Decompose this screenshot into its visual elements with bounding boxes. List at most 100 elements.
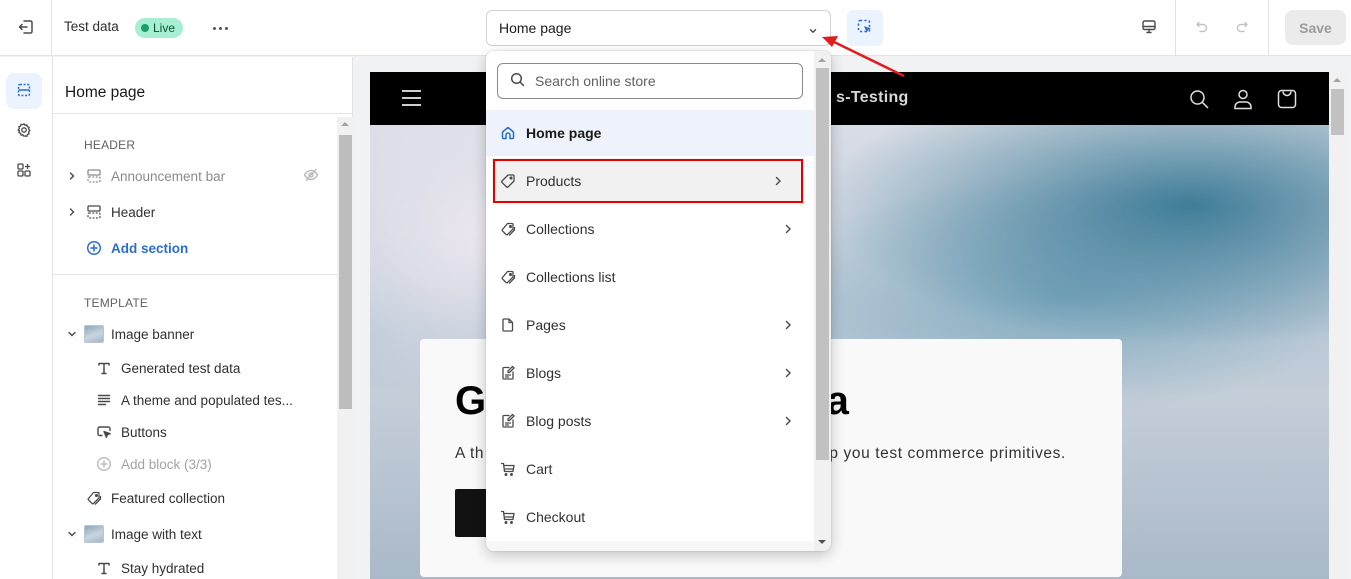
cart-bag-icon[interactable] (1274, 86, 1300, 112)
dropdown-scrollbar[interactable] (814, 51, 831, 551)
plus-circle-icon (93, 454, 115, 474)
menu-item-collections[interactable]: Collections (486, 206, 814, 252)
section-image-banner[interactable]: Image banner (65, 319, 327, 349)
menu-item-label: Collections (526, 221, 595, 237)
chevron-right-icon[interactable] (65, 171, 79, 181)
store-search-field[interactable] (497, 63, 803, 99)
top-bar: Test data Live Home page Save (0, 0, 1351, 56)
hero-subtitle-end: elp you test commerce primitives. (816, 445, 1066, 462)
redo-button[interactable] (1230, 16, 1254, 40)
hero-subtitle-start: A th (455, 445, 485, 462)
apps-icon (16, 162, 32, 181)
sections-sidebar: Home page HEADER Announcement bar Header… (53, 57, 353, 579)
text-block-icon (93, 558, 115, 578)
menu-item-cart[interactable]: Cart (486, 446, 814, 492)
chevron-right-icon (784, 318, 792, 334)
block-buttons[interactable]: Buttons (93, 417, 327, 447)
section-label: Announcement bar (111, 168, 226, 184)
rail-sections-button[interactable] (6, 73, 42, 109)
section-header-icon (83, 166, 105, 186)
menu-item-collections-list[interactable]: Collections list (486, 254, 814, 300)
device-preview-button[interactable] (1134, 14, 1164, 42)
home-icon (499, 124, 517, 142)
page-icon (499, 316, 517, 334)
block-stay-hydrated[interactable]: Stay hydrated (93, 553, 327, 579)
redo-icon (1235, 20, 1249, 37)
menu-item-blogs[interactable]: Blogs (486, 350, 814, 396)
desktop-icon (1141, 19, 1157, 38)
store-search-icon[interactable] (1186, 86, 1212, 112)
chevron-right-icon (774, 174, 782, 190)
undo-button[interactable] (1190, 16, 1214, 40)
cart-icon (499, 460, 517, 478)
block-label: Generated test data (121, 360, 241, 376)
section-header-icon (83, 202, 105, 222)
block-paragraph[interactable]: A theme and populated tes... (93, 385, 327, 415)
rail-apps-button[interactable] (6, 153, 42, 189)
sidebar-title: Home page (65, 84, 146, 101)
store-search-input[interactable] (535, 73, 785, 89)
dropdown-footer (486, 541, 814, 551)
divider (53, 274, 337, 275)
save-button[interactable]: Save (1285, 10, 1346, 45)
inspector-toggle-button[interactable] (847, 10, 883, 46)
block-label: A theme and populated tes... (121, 392, 293, 408)
divider (1268, 0, 1269, 56)
dot (224, 26, 228, 30)
account-icon[interactable] (1230, 86, 1256, 112)
tags-icon (499, 220, 517, 238)
menu-item-label: Cart (526, 461, 553, 477)
scroll-down-arrow-icon[interactable] (818, 540, 826, 544)
chevron-down-icon[interactable] (65, 330, 79, 338)
search-icon (510, 72, 525, 90)
menu-item-label: Blog posts (526, 413, 592, 429)
dot (212, 26, 216, 30)
theme-name: Test data (64, 19, 119, 34)
image-thumbnail-icon (83, 524, 105, 544)
chevron-down-icon[interactable] (65, 530, 79, 538)
rail-theme-settings-button[interactable] (6, 113, 42, 149)
store-name[interactable]: s-Testing (836, 89, 909, 107)
blog-icon (499, 364, 517, 382)
image-thumbnail-icon (83, 324, 105, 344)
section-featured-collection[interactable]: Featured collection (65, 483, 327, 513)
scroll-up-arrow-icon[interactable] (818, 58, 826, 62)
live-badge-label: Live (153, 21, 176, 35)
live-status-badge: Live (135, 18, 184, 38)
preview-scrollbar[interactable] (1329, 72, 1346, 579)
add-block-button[interactable]: Add block (3/3) (93, 449, 327, 479)
tags-icon (499, 268, 517, 286)
scrollbar-thumb[interactable] (1331, 89, 1344, 135)
left-rail (0, 57, 53, 579)
menu-item-home-page[interactable]: Home page (486, 110, 814, 156)
chevron-right-icon (784, 222, 792, 238)
section-image-with-text[interactable]: Image with text (65, 519, 327, 549)
button-cursor-icon (93, 422, 115, 442)
section-announcement-bar[interactable]: Announcement bar (65, 161, 327, 191)
menu-item-blog-posts[interactable]: Blog posts (486, 398, 814, 444)
menu-item-label: Collections list (526, 269, 616, 285)
scrollbar-thumb[interactable] (339, 135, 352, 409)
sections-icon (16, 82, 32, 101)
more-actions-button[interactable] (206, 16, 234, 40)
chevron-right-icon[interactable] (65, 207, 79, 217)
scrollbar-thumb[interactable] (816, 68, 829, 460)
sidebar-scrollbar[interactable] (337, 117, 353, 579)
menu-item-products[interactable]: Products (492, 158, 804, 204)
add-section-header-button[interactable]: Add section (65, 233, 327, 263)
scroll-up-arrow-icon[interactable] (1333, 78, 1341, 82)
page-selector[interactable]: Home page (486, 10, 831, 46)
cart-icon (499, 508, 517, 526)
block-generated-test-data[interactable]: Generated test data (93, 353, 327, 383)
section-header[interactable]: Header (65, 197, 327, 227)
section-label: Image with text (111, 526, 202, 542)
menu-item-pages[interactable]: Pages (486, 302, 814, 348)
hamburger-menu-icon[interactable] (402, 89, 422, 107)
hero-title-start: G (455, 379, 487, 423)
menu-item-label: Home page (526, 125, 602, 141)
menu-item-checkout[interactable]: Checkout (486, 494, 814, 540)
exit-button[interactable] (0, 0, 52, 56)
hidden-eye-icon[interactable] (303, 167, 319, 186)
scroll-up-arrow-icon[interactable] (341, 122, 349, 126)
select-cursor-icon (856, 18, 874, 39)
